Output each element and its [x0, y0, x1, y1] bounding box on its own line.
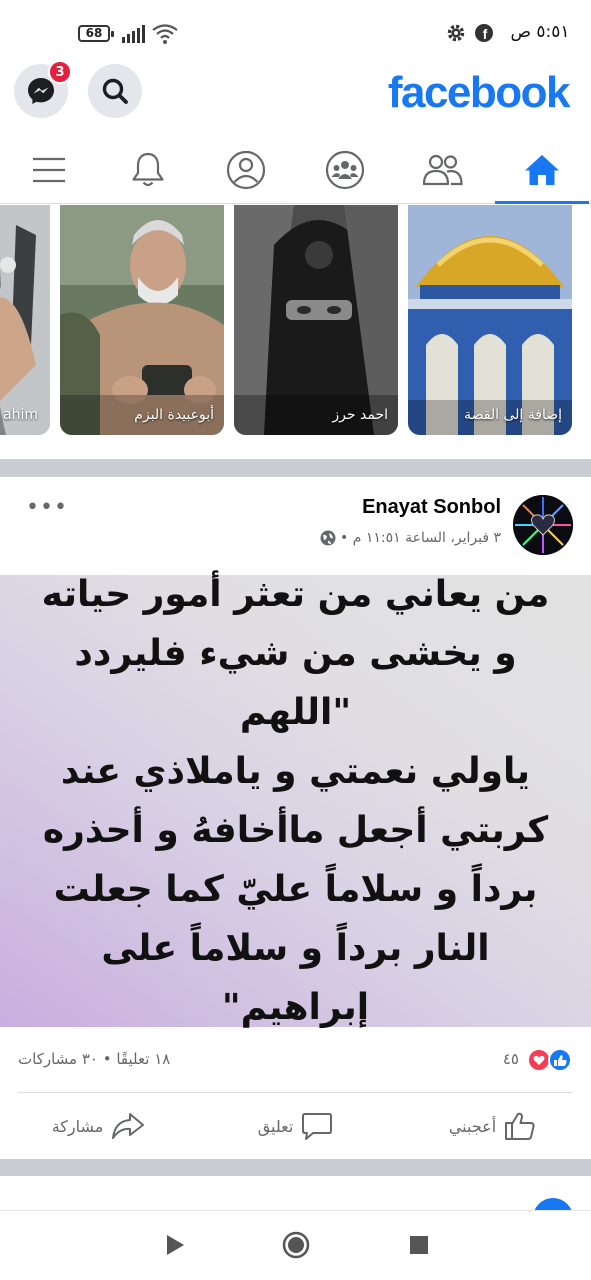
post-more-options-icon[interactable]: ••• — [26, 495, 68, 520]
messenger-button[interactable]: 3 — [14, 60, 72, 118]
home-icon — [524, 154, 559, 185]
cell-signal-icon — [122, 25, 145, 43]
messenger-badge: 3 — [48, 60, 72, 84]
bell-icon — [132, 152, 164, 186]
post-header: Enayat Sonbol ٣ فبراير، الساعة ١١:٥١ م •… — [0, 477, 591, 575]
search-button[interactable] — [88, 64, 142, 118]
app-header: 3 facebook — [0, 60, 591, 124]
comments-shares-count[interactable]: ١٨ تعليقًا • ٣٠ مشاركات — [18, 1050, 170, 1068]
comment-button[interactable]: تعليق — [197, 1093, 394, 1159]
settings-gear-icon — [447, 24, 465, 42]
search-icon — [102, 78, 128, 104]
tab-friends[interactable] — [394, 136, 493, 203]
post-text-background: من يعاني من تعثر أمور حياته و يخشى من شي… — [0, 574, 591, 1028]
feed-separator — [0, 1159, 591, 1176]
tab-home[interactable] — [493, 136, 591, 204]
home-button-icon[interactable] — [282, 1231, 310, 1259]
story-card[interactable]: إضافة إلى القصة — [408, 205, 572, 435]
story-card[interactable]: احمد حرز — [234, 205, 398, 435]
status-bar: 68 f ٥:٥١ ص — [0, 0, 591, 62]
stories-tray: ahim أبوعبيدة البزم احمد حرز إضافة إلى ا… — [0, 205, 591, 459]
groups-icon — [325, 150, 364, 189]
wifi-icon — [152, 24, 178, 44]
post-text-line: ياولي نعمتي و ياملاذي عند — [60, 751, 531, 792]
globe-public-icon — [320, 530, 336, 546]
comment-bubble-icon — [302, 1113, 333, 1140]
reaction-icons[interactable] — [527, 1048, 573, 1072]
post-text-line: من يعاني من تعثر أمور حياته — [41, 574, 550, 615]
post-meta: ٣ فبراير، الساعة ١١:٥١ م • — [320, 530, 501, 546]
avatar-image — [513, 495, 573, 555]
facebook-logo[interactable]: facebook — [388, 68, 571, 118]
facebook-notification-icon: f — [475, 24, 493, 42]
story-image — [408, 205, 572, 435]
story-name: احمد حرز — [332, 407, 388, 423]
post-text-line: كربتي أجعل ماأخافهُ و أحذره — [42, 810, 549, 851]
story-card[interactable]: ahim — [0, 205, 50, 435]
system-nav-bar — [0, 1210, 591, 1280]
post-text-line: برداً و سلاماً عليّ كما جعلت — [53, 869, 538, 910]
reactions-count[interactable]: ٤٥ — [503, 1050, 519, 1068]
post-author-name[interactable]: Enayat Sonbol — [362, 496, 501, 519]
story-name: أبوعبيدة البزم — [134, 407, 214, 423]
share-label: مشاركة — [51, 1116, 104, 1136]
profile-icon — [227, 150, 266, 189]
tab-groups[interactable] — [296, 136, 395, 203]
status-time: ٥:٥١ ص — [510, 22, 570, 42]
feed-separator — [0, 459, 591, 477]
story-image — [60, 205, 224, 435]
tab-profile[interactable] — [197, 136, 296, 203]
story-name: ahim — [3, 407, 38, 423]
tab-notifications[interactable] — [99, 136, 198, 203]
like-label: أعجبني — [448, 1116, 497, 1136]
hamburger-menu-icon — [33, 157, 66, 182]
post-timestamp[interactable]: ٣ فبراير، الساعة ١١:٥١ م • — [340, 530, 501, 546]
recents-button-icon[interactable] — [409, 1235, 429, 1255]
story-card[interactable]: أبوعبيدة البزم — [60, 205, 224, 435]
post-stats: ٤٥ ١٨ تعليقًا • ٣٠ مشاركات — [0, 1035, 591, 1091]
tab-menu[interactable] — [0, 136, 99, 203]
post-text-line: النار برداً و سلاماً على إبراهيم" — [101, 928, 490, 1028]
comment-label: تعليق — [257, 1116, 294, 1136]
post-text: من يعاني من تعثر أمور حياته و يخشى من شي… — [26, 565, 566, 1037]
back-button-icon[interactable] — [164, 1233, 186, 1257]
like-thumb-icon — [505, 1112, 535, 1140]
story-add-label: إضافة إلى القصة — [464, 407, 562, 423]
story-image — [0, 205, 50, 435]
share-arrow-icon — [112, 1113, 145, 1139]
story-image — [234, 205, 398, 435]
post-actions: أعجبني تعليق مشاركة — [0, 1093, 591, 1159]
friends-icon — [423, 154, 463, 185]
next-post-peek[interactable] — [0, 1176, 591, 1210]
svg-text:f: f — [483, 26, 488, 42]
battery-icon: 68 — [78, 25, 114, 42]
next-post-avatar — [534, 1198, 572, 1210]
main-tabs — [0, 136, 591, 204]
author-avatar[interactable] — [513, 495, 573, 555]
post-text-line: و يخشى من شيء فليردد "اللهم — [74, 633, 517, 733]
like-button[interactable]: أعجبني — [394, 1093, 591, 1159]
share-button[interactable]: مشاركة — [0, 1093, 197, 1159]
